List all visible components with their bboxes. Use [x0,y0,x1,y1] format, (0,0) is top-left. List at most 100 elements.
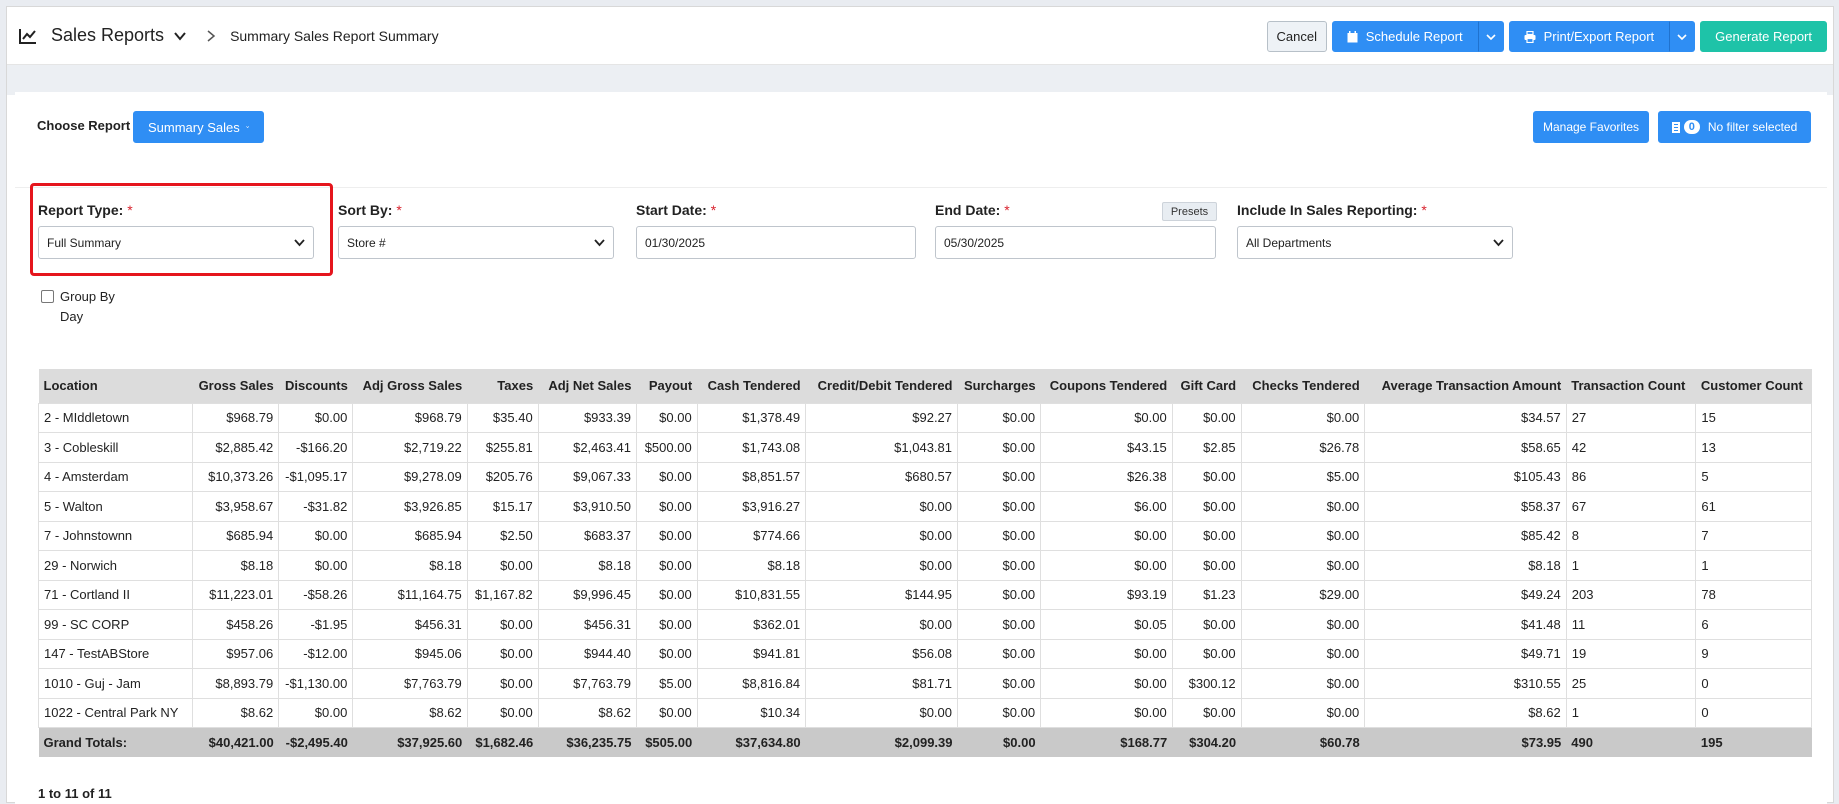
table-cell: $8,893.79 [191,668,280,699]
table-cell: $968.79 [352,402,468,433]
table-cell: $10,373.26 [191,461,280,492]
filter-button[interactable]: 0 No filter selected [1658,111,1811,143]
presets-button[interactable]: Presets [1162,202,1217,221]
manage-favorites-button[interactable]: Manage Favorites [1533,111,1649,143]
group-by-day-checkbox[interactable] [41,290,54,303]
column-header[interactable]: Coupons Tendered [1040,369,1173,403]
cancel-button[interactable]: Cancel [1266,21,1327,52]
print-export-button[interactable]: Print/Export Report [1508,21,1670,52]
table-cell: $0.00 [635,638,698,669]
table-cell: 15 [1695,402,1812,433]
table-cell: $2,463.41 [537,432,637,463]
total-cell: $0.00 [957,727,1041,757]
table-cell: $0.00 [805,520,959,551]
total-cell: $1,682.46 [467,727,539,757]
table-cell: 29 - Norwich [38,550,193,581]
table-cell: $683.37 [537,520,637,551]
include-sales-select[interactable]: All Departments [1237,226,1513,259]
table-cell: $8.62 [537,697,637,728]
app-title[interactable]: Sales Reports [51,25,164,46]
column-header[interactable]: Location [38,369,193,403]
table-cell: $0.00 [1240,550,1366,581]
table-cell: $0.00 [957,550,1042,581]
print-export-dropdown[interactable] [1669,21,1696,52]
total-cell: 195 [1695,727,1812,757]
total-cell: $36,235.75 [538,727,637,757]
table-cell: $1.23 [1171,579,1242,610]
table-cell: $0.00 [1240,520,1366,551]
table-row: 29 - Norwich $8.18 $0.00 $8.18 $0.00 $8.18 $0.… [38,550,1812,581]
table-row: 1022 - Central Park NY $8.62 $0.00 $8.62 $0.… [38,697,1812,728]
table-cell: $0.00 [466,638,539,669]
table-cell: $0.00 [1171,697,1242,728]
generate-report-button[interactable]: Generate Report [1700,21,1827,52]
header-divider [7,65,1833,95]
table-cell: $0.00 [1171,461,1242,492]
grand-totals-row: Grand Totals: $40,421.00 -$2,495.40 $37,925… [38,727,1812,757]
table-cell: $0.00 [466,668,539,699]
column-header[interactable]: Customer Count [1695,369,1812,403]
sort-by-value: Store # [347,235,386,250]
chevron-down-icon [1493,239,1504,247]
table-cell: -$31.82 [278,491,354,522]
end-date-value: 05/30/2025 [944,235,1005,250]
column-header[interactable]: Adj Gross Sales [352,369,468,403]
table-cell: $9,996.45 [537,579,637,610]
table-cell: 86 [1565,461,1697,492]
table-cell: 11 [1565,609,1697,640]
table-cell: $0.00 [805,491,959,522]
column-header[interactable]: Average Transaction Amount [1364,369,1567,403]
table-cell: $0.00 [957,461,1042,492]
column-header[interactable]: Discounts [278,369,353,403]
sort-by-select[interactable]: Store # [338,226,614,259]
column-header[interactable]: Checks Tendered [1241,369,1365,403]
table-row: 4 - Amsterdam $10,373.26 -$1,095.17 $9,278.… [38,461,1812,492]
schedule-report-dropdown[interactable] [1477,21,1504,52]
column-header[interactable]: Gross Sales [192,369,279,403]
column-header[interactable]: Transaction Count [1566,369,1696,403]
table-cell: $49.71 [1364,638,1567,669]
table-cell: 1 [1695,550,1812,581]
schedule-report-button[interactable]: Schedule Report [1331,21,1478,52]
table-cell: $43.15 [1040,432,1173,463]
table-cell: $0.00 [957,697,1042,728]
table-row: 5 - Walton $3,958.67 -$31.82 $3,926.85 $15.1… [38,491,1812,522]
end-date-input[interactable]: 05/30/2025 [935,226,1216,259]
total-cell: $40,421.00 [192,727,279,757]
start-date-input[interactable]: 01/30/2025 [636,226,916,259]
column-header[interactable]: Surcharges [957,369,1041,403]
table-cell: $41.48 [1364,609,1567,640]
table-cell: $49.24 [1364,579,1567,610]
table-cell: $26.78 [1240,432,1366,463]
table-cell: $11,223.01 [191,579,280,610]
total-cell: $2,099.39 [805,727,958,757]
chevron-down-icon [594,239,605,247]
column-header[interactable]: Adj Net Sales [538,369,637,403]
table-cell: $8.18 [352,550,468,581]
column-header[interactable]: Cash Tendered [697,369,806,403]
table-cell: 3 - Cobleskill [38,432,193,463]
table-cell: $0.00 [278,520,354,551]
table-cell: $9,278.09 [352,461,468,492]
table-cell: $26.38 [1040,461,1173,492]
table-cell: $941.81 [696,638,807,669]
top-bar: Sales Reports Summary Sales Report Summa… [7,7,1833,65]
table-cell: $11,164.75 [352,579,468,610]
total-cell: -$2,495.40 [278,727,353,757]
table-cell: $3,910.50 [537,491,637,522]
choose-report-dropdown[interactable]: Summary Sales [133,111,264,143]
column-header[interactable]: Credit/Debit Tendered [805,369,958,403]
table-cell: $0.00 [1240,668,1366,699]
chevron-down-icon[interactable] [174,30,186,42]
column-header[interactable]: Taxes [467,369,539,403]
table-cell: $310.55 [1364,668,1567,699]
table-row: 1010 - Guj - Jam $8,893.79 -$1,130.00 $7,76… [38,668,1812,699]
table-cell: $2,885.42 [191,432,280,463]
column-header[interactable]: Payout [636,369,698,403]
table-cell: $0.00 [1240,402,1366,433]
column-header[interactable]: Gift Card [1172,369,1242,403]
table-cell: $0.00 [635,491,698,522]
table-cell: $957.06 [191,638,280,669]
table-cell: $0.00 [1040,402,1173,433]
table-cell: $500.00 [635,432,698,463]
